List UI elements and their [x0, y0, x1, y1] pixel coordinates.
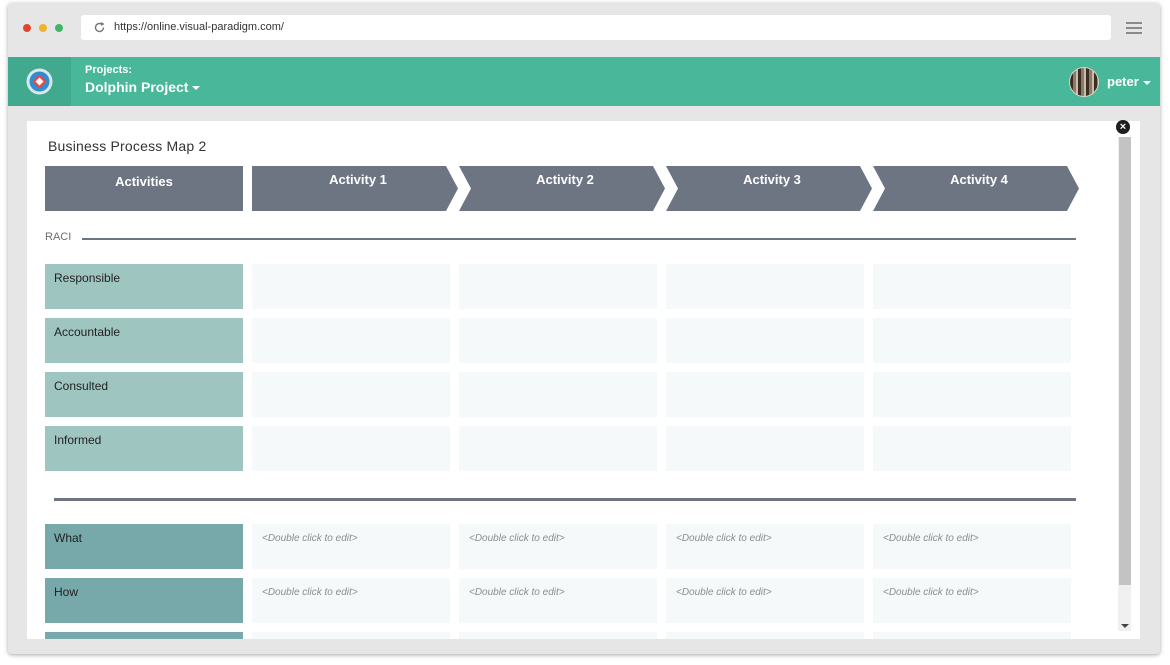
- cell-placeholder: <Double click to edit>: [676, 587, 772, 598]
- user-menu[interactable]: peter: [1107, 74, 1151, 89]
- raci-cell[interactable]: [666, 372, 864, 417]
- activity-label: Activity 2: [536, 172, 594, 187]
- editable-cell[interactable]: [666, 632, 864, 639]
- raci-cell[interactable]: [459, 264, 657, 309]
- raci-cell[interactable]: [252, 372, 450, 417]
- editable-cell[interactable]: <Double click to edit>: [873, 524, 1071, 569]
- project-name[interactable]: Dolphin Project: [85, 79, 188, 95]
- row-label-informed[interactable]: Informed: [45, 426, 243, 471]
- maximize-window-dot[interactable]: [55, 24, 63, 32]
- url-text[interactable]: https://online.visual-paradigm.com/: [114, 21, 284, 33]
- row-label-text: Accountable: [54, 325, 121, 339]
- editable-cell[interactable]: <Double click to edit>: [459, 524, 657, 569]
- visual-paradigm-logo[interactable]: [26, 68, 53, 95]
- raci-cell[interactable]: [666, 318, 864, 363]
- project-selector[interactable]: Dolphin Project: [85, 79, 201, 95]
- editable-cell[interactable]: <Double click to edit>: [252, 524, 450, 569]
- raci-cell[interactable]: [873, 372, 1071, 417]
- editable-cell[interactable]: [873, 632, 1071, 639]
- activities-header[interactable]: Activities: [45, 166, 243, 211]
- activity-label: Activity 3: [743, 172, 801, 187]
- user-name[interactable]: peter: [1107, 74, 1139, 89]
- diagram-canvas[interactable]: Business Process Map 2 Activities Activi…: [27, 121, 1140, 639]
- raci-cell[interactable]: [459, 372, 657, 417]
- row-label-what[interactable]: What: [45, 524, 243, 569]
- editable-cell[interactable]: [459, 632, 657, 639]
- editable-cell[interactable]: <Double click to edit>: [666, 578, 864, 623]
- activity-label: Activity 1: [329, 172, 387, 187]
- raci-cell[interactable]: [459, 426, 657, 471]
- row-label-text: Responsible: [54, 271, 121, 285]
- activities-header-label: Activities: [115, 174, 173, 189]
- raci-cell[interactable]: [252, 318, 450, 363]
- raci-cell[interactable]: [459, 318, 657, 363]
- activity-label: Activity 4: [950, 172, 1008, 187]
- workspace: Business Process Map 2 Activities Activi…: [8, 106, 1160, 654]
- row-label-accountable[interactable]: Accountable: [45, 318, 243, 363]
- close-window-dot[interactable]: [23, 24, 31, 32]
- browser-menu-icon[interactable]: [1126, 22, 1142, 35]
- raci-cell[interactable]: [252, 264, 450, 309]
- raci-section-label[interactable]: RACI: [45, 231, 71, 243]
- address-bar[interactable]: https://online.visual-paradigm.com/: [81, 15, 1111, 40]
- browser-titlebar: https://online.visual-paradigm.com/: [8, 3, 1160, 56]
- logo-box[interactable]: [8, 57, 71, 106]
- cell-placeholder: <Double click to edit>: [883, 587, 979, 598]
- editable-cell[interactable]: <Double click to edit>: [459, 578, 657, 623]
- minimize-window-dot[interactable]: [39, 24, 47, 32]
- cell-placeholder: <Double click to edit>: [262, 587, 358, 598]
- cell-placeholder: <Double click to edit>: [676, 533, 772, 544]
- row-label-how[interactable]: How: [45, 578, 243, 623]
- app-header: Projects: Dolphin Project peter: [8, 57, 1160, 106]
- editable-cell[interactable]: <Double click to edit>: [873, 578, 1071, 623]
- cell-placeholder: <Double click to edit>: [469, 533, 565, 544]
- row-label-text: Informed: [54, 433, 102, 447]
- editable-cell[interactable]: [252, 632, 450, 639]
- raci-cell[interactable]: [252, 426, 450, 471]
- diagram-title[interactable]: Business Process Map 2: [48, 138, 206, 154]
- raci-cell[interactable]: [666, 264, 864, 309]
- activity-header-4[interactable]: Activity 4: [873, 166, 1079, 211]
- chevron-down-icon[interactable]: [192, 86, 201, 91]
- browser-window: https://online.visual-paradigm.com/ Proj…: [8, 3, 1160, 654]
- editable-cell[interactable]: <Double click to edit>: [252, 578, 450, 623]
- row-label-text: Consulted: [54, 379, 109, 393]
- reload-icon[interactable]: [93, 21, 106, 34]
- row-label-text: What: [54, 531, 83, 545]
- cell-placeholder: <Double click to edit>: [262, 533, 358, 544]
- close-icon[interactable]: ×: [1116, 120, 1130, 134]
- row-label-text: How: [54, 585, 79, 599]
- raci-cell[interactable]: [666, 426, 864, 471]
- cell-placeholder: <Double click to edit>: [469, 587, 565, 598]
- activity-header-2[interactable]: Activity 2: [459, 166, 665, 211]
- scrollbar-thumb[interactable]: [1119, 137, 1131, 585]
- editable-cell[interactable]: <Double click to edit>: [666, 524, 864, 569]
- projects-label: Projects:: [85, 64, 133, 76]
- row-label-responsible[interactable]: Responsible: [45, 264, 243, 309]
- row-label-consulted[interactable]: Consulted: [45, 372, 243, 417]
- raci-cell[interactable]: [873, 318, 1071, 363]
- vertical-scrollbar[interactable]: [1118, 137, 1131, 631]
- section-divider: [54, 498, 1076, 501]
- scroll-down-arrow-icon[interactable]: [1121, 624, 1129, 628]
- cell-placeholder: <Double click to edit>: [883, 533, 979, 544]
- raci-divider: [82, 238, 1076, 240]
- raci-cell[interactable]: [873, 426, 1071, 471]
- activity-header-1[interactable]: Activity 1: [252, 166, 458, 211]
- chevron-down-icon[interactable]: [1142, 80, 1151, 85]
- raci-cell[interactable]: [873, 264, 1071, 309]
- avatar[interactable]: [1069, 67, 1099, 97]
- row-label-next[interactable]: [45, 632, 243, 639]
- activity-header-3[interactable]: Activity 3: [666, 166, 872, 211]
